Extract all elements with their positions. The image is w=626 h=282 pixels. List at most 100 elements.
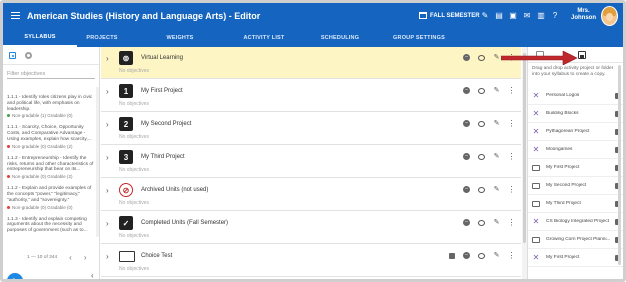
project-x-icon: ✕	[532, 145, 540, 154]
folder-icon	[532, 165, 540, 171]
library-scrollbar[interactable]	[618, 65, 621, 265]
library-item[interactable]: My Third Project	[528, 195, 623, 213]
objectives-list: 1.1.1 - Identify roles citizens play in …	[7, 87, 95, 247]
unit-subtitle: No objectives	[119, 68, 150, 74]
chart-icon[interactable]: ▥	[537, 11, 545, 20]
edit-fab-button[interactable]: ✎	[7, 273, 23, 282]
target-icon[interactable]	[9, 52, 16, 59]
unit-row[interactable]: › ⊚ Virtual Learning No objectives – ✎ ⋮	[101, 47, 521, 79]
unit-row[interactable]: › ⊘ Archived Units (not used) No objecti…	[101, 179, 521, 211]
tab-weights[interactable]: WEIGHTS	[127, 29, 233, 47]
tab-scheduling[interactable]: SCHEDULING	[295, 29, 385, 47]
library-item[interactable]: ✕ My First Project	[528, 249, 623, 267]
objective-meta-text: Non-gradable (0) Gradable (2)	[12, 143, 73, 149]
remove-icon[interactable]: –	[463, 219, 470, 226]
hamburger-menu-icon[interactable]	[11, 12, 20, 19]
more-options-icon[interactable]: ⋮	[508, 120, 516, 128]
expand-chevron-icon[interactable]: ›	[106, 186, 109, 195]
more-options-icon[interactable]: ⋮	[508, 252, 516, 260]
layers-icon[interactable]: ▤	[495, 11, 503, 20]
library-hint: Drag and drop activity project or folder…	[532, 66, 614, 77]
visibility-eye-icon[interactable]	[478, 186, 485, 193]
library-item-label: My Third Project	[546, 201, 581, 206]
objective-item[interactable]: 1.1.1 - Identify roles citizens play in …	[7, 95, 95, 118]
library-item-label: My Second Project	[546, 183, 587, 188]
remove-icon[interactable]: –	[463, 252, 470, 259]
units-scrollbar-thumb[interactable]	[523, 53, 526, 243]
tab-activity-list[interactable]: ACTIVITY LIST	[233, 29, 295, 47]
avatar[interactable]	[601, 6, 618, 26]
visibility-eye-icon[interactable]	[478, 153, 485, 160]
document-icon[interactable]	[449, 252, 455, 259]
unit-subtitle: No objectives	[119, 101, 150, 107]
library-item[interactable]: ✕ Building Blocks	[528, 105, 623, 123]
more-options-icon[interactable]: ⋮	[508, 186, 516, 194]
wrench-icon[interactable]: ✎	[481, 11, 489, 20]
expand-chevron-icon[interactable]: ›	[106, 120, 109, 129]
user-name[interactable]: Mrs. Johnson	[571, 8, 596, 22]
library-item[interactable]: ✕ CS Biology Integrated Project	[528, 213, 623, 231]
edit-pencil-icon[interactable]: ✎	[493, 252, 500, 259]
expand-chevron-icon[interactable]: ›	[106, 153, 109, 162]
objective-item[interactable]: 1.1.1 - Scarcity, Choice, Opportunity Co…	[7, 125, 95, 149]
remove-icon[interactable]: –	[463, 153, 470, 160]
library-item[interactable]: ✕ Pythagorean Project	[528, 123, 623, 141]
expand-chevron-icon[interactable]: ›	[106, 219, 109, 228]
unit-row[interactable]: › ✓ Completed Units (Fall Semester) No o…	[101, 212, 521, 244]
project-x-icon: ✕	[532, 253, 540, 262]
edit-pencil-icon[interactable]: ✎	[493, 186, 500, 193]
pencil-icon: ✎	[11, 276, 19, 282]
folder-icon	[532, 201, 540, 207]
unit-row[interactable]: › 2 My Second Project No objectives – ✎ …	[101, 113, 521, 145]
library-item[interactable]: ✕ Moongames	[528, 141, 623, 159]
unit-row[interactable]: › Choice Test No objectives – ✎ ⋮	[101, 245, 521, 277]
objective-item[interactable]: 1.1.2 - Explain and provide examples of …	[7, 186, 95, 210]
help-icon[interactable]: ?	[551, 11, 559, 20]
expand-chevron-icon[interactable]: ›	[106, 252, 109, 261]
edit-pencil-icon[interactable]: ✎	[493, 153, 500, 160]
mail-icon[interactable]: ✉	[523, 11, 531, 20]
remove-icon[interactable]: –	[463, 54, 470, 61]
unit-row[interactable]: › 3 My Third Project No objectives – ✎ ⋮	[101, 146, 521, 178]
edit-pencil-icon[interactable]: ✎	[493, 219, 500, 226]
clipboard-icon[interactable]: ▣	[509, 11, 517, 20]
objective-item[interactable]: 1.1.2 - Entrepreneurship - Identify the …	[7, 156, 95, 179]
edit-pencil-icon[interactable]: ✎	[493, 87, 500, 94]
filter-objectives-input[interactable]: Filter objectives	[7, 69, 95, 79]
remove-icon[interactable]: –	[463, 120, 470, 127]
annotation-arrow	[501, 51, 578, 65]
library-item[interactable]: Growing Corn Project Planni...	[528, 231, 623, 249]
visibility-eye-icon[interactable]	[478, 252, 485, 259]
expand-chevron-icon[interactable]: ›	[106, 54, 109, 63]
unit-row[interactable]: › 1 My First Project No objectives – ✎ ⋮	[101, 80, 521, 112]
status-dot	[7, 205, 10, 209]
visibility-eye-icon[interactable]	[478, 219, 485, 226]
remove-icon[interactable]: –	[463, 186, 470, 193]
edit-pencil-icon[interactable]: ✎	[493, 54, 500, 61]
library-item[interactable]: My First Project	[528, 159, 623, 177]
tab-projects[interactable]: PROJECTS	[77, 29, 127, 47]
library-item[interactable]: ✕ Personal Logos	[528, 87, 623, 105]
more-options-icon[interactable]: ⋮	[508, 219, 516, 227]
objective-item[interactable]: 1.1.3 - Identify and explain competing a…	[7, 217, 95, 234]
tab-group-settings[interactable]: GROUP SETTINGS	[385, 29, 453, 47]
edit-pencil-icon[interactable]: ✎	[493, 120, 500, 127]
gear-icon[interactable]	[25, 52, 32, 59]
visibility-eye-icon[interactable]	[478, 120, 485, 127]
number-two-icon: 2	[119, 117, 133, 131]
tab-syllabus[interactable]: SYLLABUS	[3, 29, 77, 47]
next-page-icon[interactable]: ›	[84, 253, 87, 262]
objective-meta: Non-gradable (1) Gradable (0)	[7, 113, 95, 118]
visibility-eye-icon[interactable]	[478, 87, 485, 94]
expand-chevron-icon[interactable]: ›	[106, 87, 109, 96]
prev-page-icon[interactable]: ‹	[69, 253, 72, 262]
more-options-icon[interactable]: ⋮	[508, 153, 516, 161]
more-options-icon[interactable]: ⋮	[508, 87, 516, 95]
library-item[interactable]: My Second Project	[528, 177, 623, 195]
visibility-eye-icon[interactable]	[478, 54, 485, 61]
unit-title: Completed Units (Fall Semester)	[141, 220, 229, 226]
objectives-scrollbar[interactable]	[96, 87, 99, 237]
unit-subtitle: No objectives	[119, 266, 150, 272]
semester-button[interactable]: FALL SEMESTER	[419, 12, 480, 19]
remove-icon[interactable]: –	[463, 87, 470, 94]
